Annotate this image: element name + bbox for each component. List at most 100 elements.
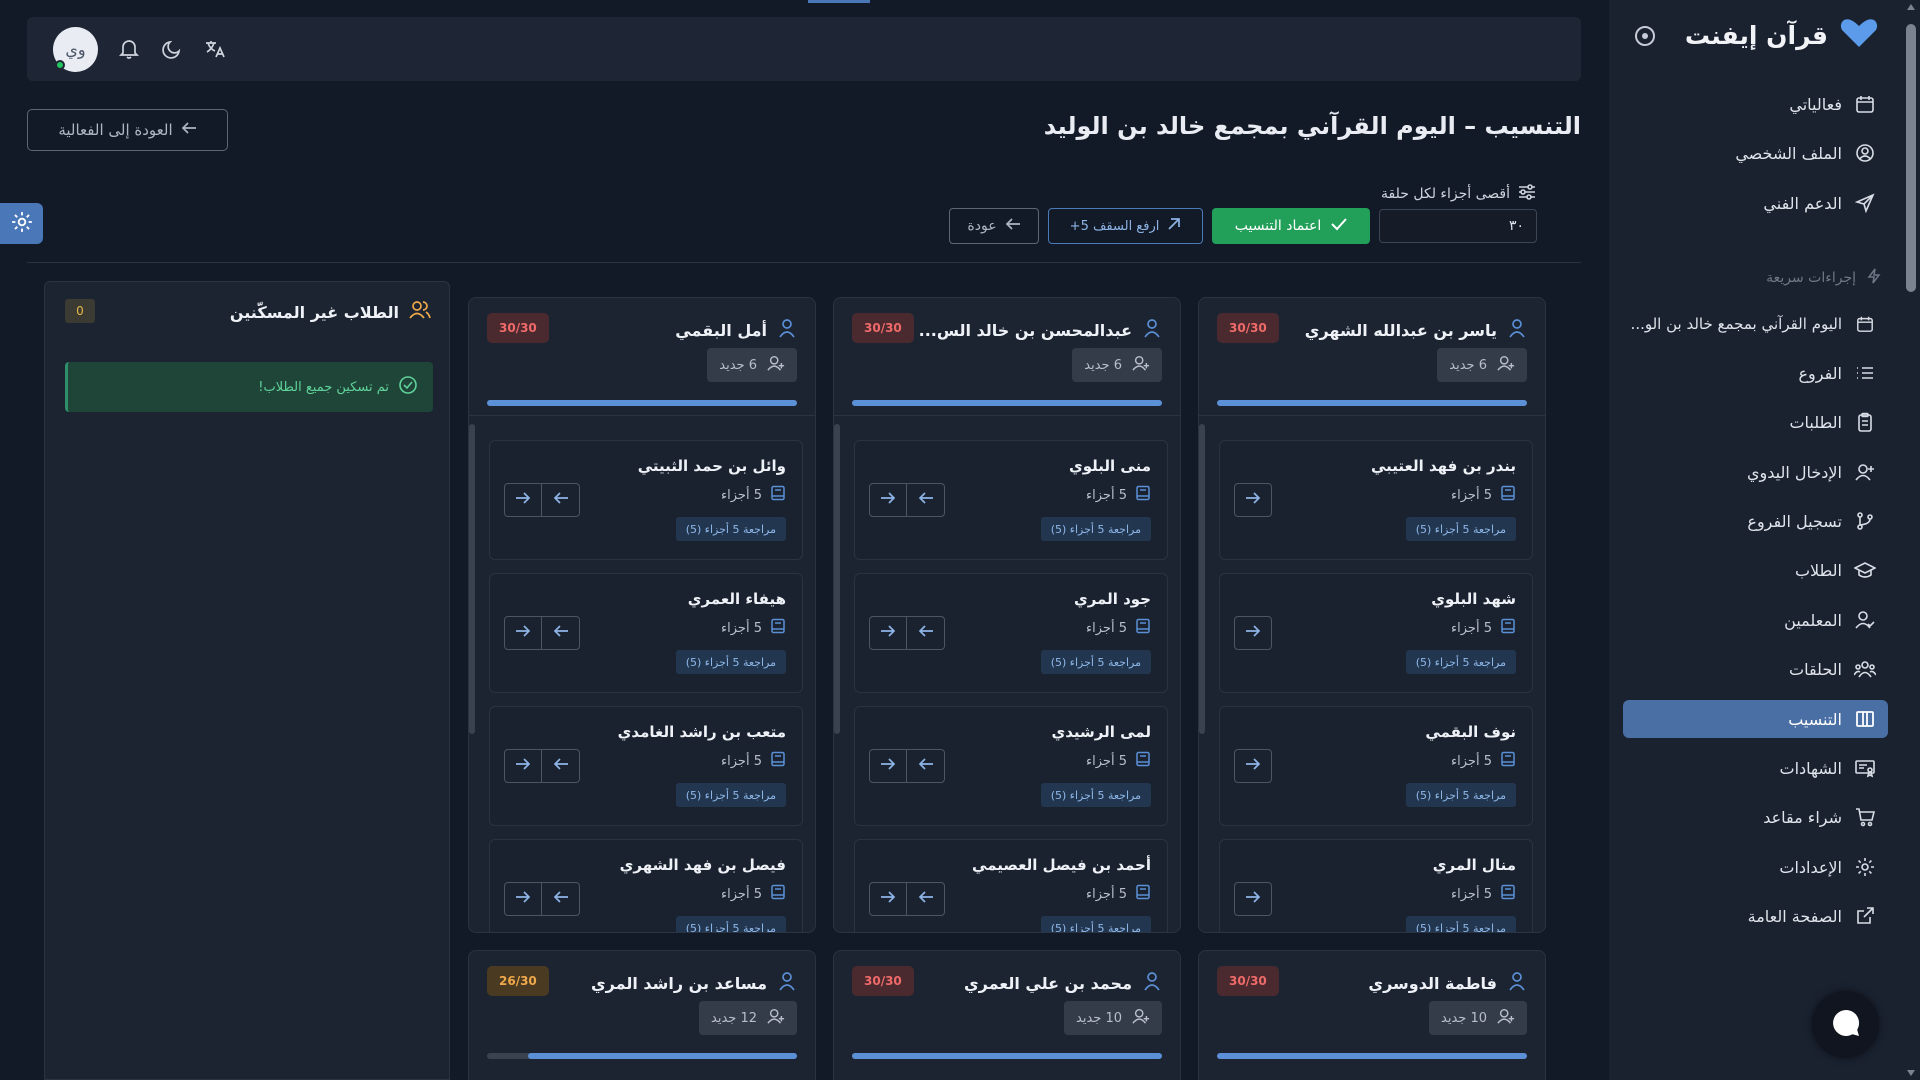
card-scrollbar[interactable] bbox=[1199, 424, 1205, 734]
columns-icon bbox=[1854, 708, 1876, 730]
sidebar-item-public-page[interactable]: الصفحة العامة bbox=[1623, 897, 1888, 935]
move-left-button[interactable] bbox=[907, 882, 945, 916]
card-divider bbox=[469, 415, 815, 416]
sidebar-item-support[interactable]: الدعم الفني bbox=[1623, 184, 1888, 222]
scrollbar-thumb[interactable] bbox=[1906, 24, 1916, 292]
move-left-button[interactable] bbox=[907, 483, 945, 517]
translate-icon[interactable] bbox=[203, 37, 227, 61]
user-plus-icon bbox=[1132, 354, 1150, 376]
student-card[interactable]: منى البلوي 5 أجزاء مراجعة 5 أجزاء (5) bbox=[854, 440, 1168, 560]
student-name: متعب بن راشد الغامدي bbox=[617, 723, 786, 741]
sidebar-item-branch-registration[interactable]: تسجيل الفروع bbox=[1623, 502, 1888, 540]
student-card[interactable]: جود المري 5 أجزاء مراجعة 5 أجزاء (5) bbox=[854, 573, 1168, 693]
move-right-button[interactable] bbox=[1234, 483, 1272, 517]
arrow-right-icon bbox=[1245, 491, 1261, 509]
scroll-down-arrow[interactable] bbox=[1907, 1070, 1915, 1076]
scroll-up-arrow[interactable] bbox=[1907, 4, 1915, 10]
student-card[interactable]: متعب بن راشد الغامدي 5 أجزاء مراجعة 5 أجزا… bbox=[489, 706, 803, 826]
check-icon bbox=[1331, 217, 1348, 235]
move-right-button[interactable] bbox=[1234, 616, 1272, 650]
sidebar-item-halaqat[interactable]: الحلقات bbox=[1623, 650, 1888, 688]
move-left-button[interactable] bbox=[907, 616, 945, 650]
max-parts-input[interactable] bbox=[1379, 209, 1537, 243]
sidebar-item-students[interactable]: الطلاب bbox=[1623, 551, 1888, 589]
student-name: منى البلوي bbox=[1069, 457, 1151, 475]
chat-widget-button[interactable] bbox=[1812, 991, 1879, 1058]
avatar-initials: وي bbox=[65, 40, 86, 59]
card-scrollbar[interactable] bbox=[469, 424, 475, 734]
page-scrollbar[interactable] bbox=[1902, 0, 1920, 1080]
sidebar-item-label: تسجيل الفروع bbox=[1747, 511, 1842, 531]
sidebar-item-manual-entry[interactable]: الإدخال اليدوي bbox=[1623, 453, 1888, 491]
move-right-button[interactable] bbox=[869, 616, 907, 650]
brand[interactable]: قرآن إيفنت bbox=[1685, 18, 1878, 52]
sidebar-item-teachers[interactable]: المعلمين bbox=[1623, 601, 1888, 639]
sidebar-item-branches[interactable]: الفروع bbox=[1623, 354, 1888, 392]
student-card[interactable]: نوف البقمي 5 أجزاء مراجعة 5 أجزاء (5) bbox=[1219, 706, 1533, 826]
student-card[interactable]: أحمد بن فيصل العصيمي 5 أجزاء مراجعة 5 أجزا… bbox=[854, 839, 1168, 932]
gear-icon bbox=[1854, 856, 1876, 878]
move-right-button[interactable] bbox=[1234, 749, 1272, 783]
move-right-button[interactable] bbox=[504, 749, 542, 783]
arrow-left-icon bbox=[1005, 217, 1021, 235]
book-icon bbox=[1500, 751, 1516, 771]
student-parts: 5 أجزاء bbox=[1086, 618, 1151, 638]
sidebar-item-my-events[interactable]: فعالياتي bbox=[1623, 85, 1888, 123]
sidebar-item-buy-seats[interactable]: شراء مقاعد bbox=[1623, 798, 1888, 836]
sidebar-item-event[interactable]: اليوم القرآني بمجمع خالد بن الو... bbox=[1623, 305, 1888, 343]
student-card[interactable]: شهد البلوي 5 أجزاء مراجعة 5 أجزاء (5) bbox=[1219, 573, 1533, 693]
student-card[interactable]: فيصل بن فهد الشهري 5 أجزاء مراجعة 5 أجزاء … bbox=[489, 839, 803, 932]
move-left-button[interactable] bbox=[542, 882, 580, 916]
user-icon bbox=[777, 971, 797, 995]
back-to-event-button[interactable]: العودة إلى الفعالية bbox=[27, 109, 228, 151]
move-left-button[interactable] bbox=[542, 616, 580, 650]
move-right-button[interactable] bbox=[869, 483, 907, 517]
sidebar-item-label: الشهادات bbox=[1779, 758, 1842, 778]
move-right-button[interactable] bbox=[1234, 882, 1272, 916]
user-icon bbox=[1142, 318, 1162, 342]
arrow-right-icon bbox=[515, 890, 531, 908]
parts-count: 5 أجزاء bbox=[721, 620, 762, 636]
book-icon bbox=[1135, 884, 1151, 904]
student-card[interactable]: هيفاء العمري 5 أجزاء مراجعة 5 أجزاء (5) bbox=[489, 573, 803, 693]
move-left-button[interactable] bbox=[542, 483, 580, 517]
move-controls bbox=[869, 616, 945, 650]
capacity-progress-fill bbox=[528, 1053, 797, 1059]
bell-icon[interactable] bbox=[117, 37, 141, 61]
card-scrollbar[interactable] bbox=[834, 424, 840, 734]
approve-placement-button[interactable]: اعتماد التنسيب bbox=[1212, 208, 1370, 244]
move-left-button[interactable] bbox=[542, 749, 580, 783]
student-card[interactable]: بندر بن فهد العتيبي 5 أجزاء مراجعة 5 أجزاء… bbox=[1219, 440, 1533, 560]
student-card[interactable]: منال المري 5 أجزاء مراجعة 5 أجزاء (5) bbox=[1219, 839, 1533, 932]
sidebar-item-settings[interactable]: الإعدادات bbox=[1623, 848, 1888, 886]
move-right-button[interactable] bbox=[504, 616, 542, 650]
back-button[interactable]: عودة bbox=[949, 208, 1039, 244]
move-right-button[interactable] bbox=[869, 749, 907, 783]
move-right-button[interactable] bbox=[504, 882, 542, 916]
move-right-button[interactable] bbox=[869, 882, 907, 916]
student-card[interactable]: وائل بن حمد الثبيتي 5 أجزاء مراجعة 5 أجزاء… bbox=[489, 440, 803, 560]
sidebar-item-requests[interactable]: الطلبات bbox=[1623, 403, 1888, 441]
sidebar-item-profile[interactable]: الملف الشخصي bbox=[1623, 134, 1888, 172]
move-right-button[interactable] bbox=[504, 483, 542, 517]
max-parts-label-text: أقصى أجزاء لكل حلقة bbox=[1381, 186, 1510, 202]
sidebar-item-placement[interactable]: التنسيب bbox=[1623, 700, 1888, 738]
floating-settings-button[interactable] bbox=[0, 203, 43, 244]
student-card[interactable]: لمى الرشيدي 5 أجزاء مراجعة 5 أجزاء (5) bbox=[854, 706, 1168, 826]
sidebar-item-label: اليوم القرآني بمجمع خالد بن الو... bbox=[1630, 315, 1842, 333]
sidebar-collapse-button[interactable] bbox=[1635, 26, 1655, 46]
capacity-progress-fill bbox=[487, 400, 797, 406]
arrow-right-icon bbox=[880, 624, 896, 642]
unhoused-title: الطلاب غير المسكّنين bbox=[229, 302, 399, 322]
gear-icon bbox=[11, 211, 33, 237]
move-left-button[interactable] bbox=[907, 749, 945, 783]
user-plus-icon bbox=[1132, 1007, 1150, 1029]
sidebar-item-certificates[interactable]: الشهادات bbox=[1623, 749, 1888, 787]
moon-icon[interactable] bbox=[160, 37, 184, 61]
avatar[interactable]: وي bbox=[53, 27, 98, 72]
halaqa-card: عبدالمحسن بن خالد الس... 30/30 6 جديد منى ا… bbox=[833, 297, 1181, 933]
raise-ceiling-button[interactable]: ارفع السقف 5+ bbox=[1048, 208, 1203, 244]
teacher-name: عبدالمحسن بن خالد الس... bbox=[918, 320, 1132, 340]
book-icon bbox=[1135, 485, 1151, 505]
student-parts: 5 أجزاء bbox=[721, 751, 786, 771]
